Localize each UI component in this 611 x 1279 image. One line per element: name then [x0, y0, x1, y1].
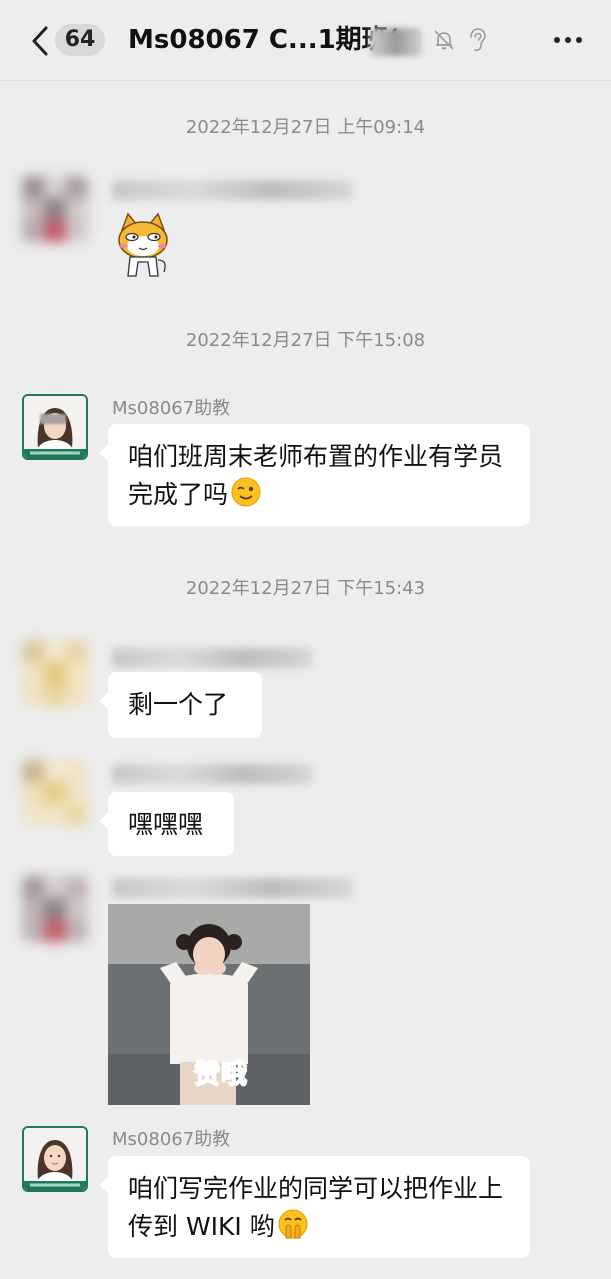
avatar[interactable]	[22, 640, 88, 706]
image-message[interactable]: 赞哦	[108, 904, 310, 1105]
back-icon[interactable]	[26, 24, 56, 58]
shiba-sticker[interactable]	[112, 210, 174, 280]
assistant-avatar[interactable]	[22, 394, 88, 460]
avatar[interactable]	[22, 176, 88, 242]
sender-name-redacted	[112, 180, 352, 200]
shush-emoji-icon	[278, 1209, 308, 1239]
timestamp: 2022年12月27日 下午15:08	[185, 330, 426, 351]
wink-emoji-icon	[231, 477, 262, 507]
message-bubble[interactable]: 咱们写完作业的同学可以把作业上传到 WIKI 哟	[99, 1156, 530, 1258]
ear-icon	[470, 28, 486, 52]
avatar[interactable]	[22, 760, 88, 826]
message-bubble[interactable]: 嘿嘿嘿	[99, 792, 234, 856]
message-text: 剩一个了	[128, 690, 229, 719]
timestamp: 2022年12月27日 下午15:43	[185, 578, 426, 599]
message-text: 咱们班周末老师布置的作业有学员完成了吗	[128, 442, 504, 509]
message-text: 咱们写完作业的同学可以把作业上传到 WIKI 哟	[128, 1174, 504, 1241]
sender-name-redacted	[112, 648, 312, 668]
image-caption: 赞哦	[193, 1059, 249, 1091]
title-redaction	[370, 28, 422, 56]
unread-count-badge[interactable]: 64	[55, 24, 105, 56]
sender-name: Ms08067助教	[112, 398, 231, 419]
timestamp: 2022年12月27日 上午09:14	[185, 117, 426, 138]
more-icon[interactable]	[550, 24, 586, 54]
assistant-avatar[interactable]	[22, 1126, 88, 1192]
message-bubble[interactable]: 剩一个了	[99, 672, 262, 738]
message-bubble[interactable]: 咱们班周末老师布置的作业有学员完成了吗	[99, 424, 530, 526]
sender-name: Ms08067助教	[112, 1129, 231, 1150]
avatar[interactable]	[22, 876, 88, 942]
message-text: 嘿嘿嘿	[128, 810, 204, 839]
sender-name-redacted	[112, 878, 352, 898]
chat-header: 64 Ms08067 C...1期班(	[0, 0, 611, 81]
chat-title[interactable]: Ms08067 C...1期班(	[128, 20, 400, 60]
sender-name-redacted	[112, 764, 312, 784]
mute-bell-icon	[434, 30, 454, 50]
